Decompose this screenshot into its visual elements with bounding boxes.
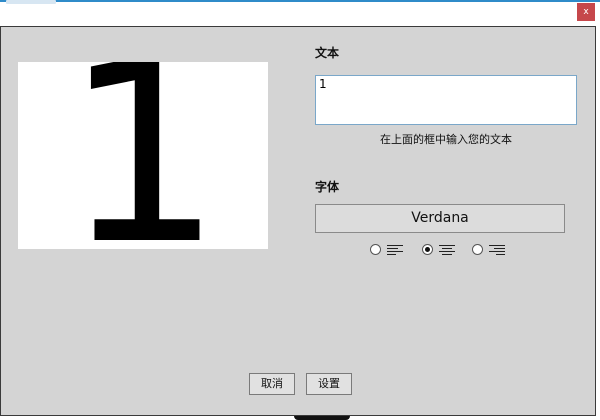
align-right-icon — [489, 245, 505, 256]
title-bar-accent — [0, 0, 600, 2]
align-left-option[interactable] — [370, 242, 410, 258]
set-button[interactable]: 设置 — [306, 373, 352, 395]
align-right-radio[interactable] — [472, 244, 483, 255]
close-button[interactable]: x — [577, 3, 595, 21]
align-left-icon — [387, 245, 403, 256]
title-bar: x — [0, 0, 600, 26]
text-hint: 在上面的框中输入您的文本 — [380, 133, 512, 146]
title-bar-ghost — [6, 0, 56, 4]
bottom-tab-decoration — [294, 416, 350, 420]
align-left-radio[interactable] — [370, 244, 381, 255]
preview-text: 1 — [63, 62, 223, 249]
font-select-button[interactable]: Verdana — [315, 204, 565, 233]
align-right-option[interactable] — [472, 242, 512, 258]
text-label: 文本 — [315, 46, 340, 60]
align-center-icon — [439, 245, 455, 256]
text-dialog: 1 文本 1 在上面的框中输入您的文本 字体 Verdana 取消 设置 — [0, 26, 596, 416]
align-center-option[interactable] — [422, 242, 462, 258]
cancel-button[interactable]: 取消 — [249, 373, 295, 395]
text-input[interactable]: 1 — [315, 75, 577, 125]
font-label: 字体 — [315, 180, 340, 194]
align-center-radio[interactable] — [422, 244, 433, 255]
text-preview: 1 — [18, 62, 268, 249]
